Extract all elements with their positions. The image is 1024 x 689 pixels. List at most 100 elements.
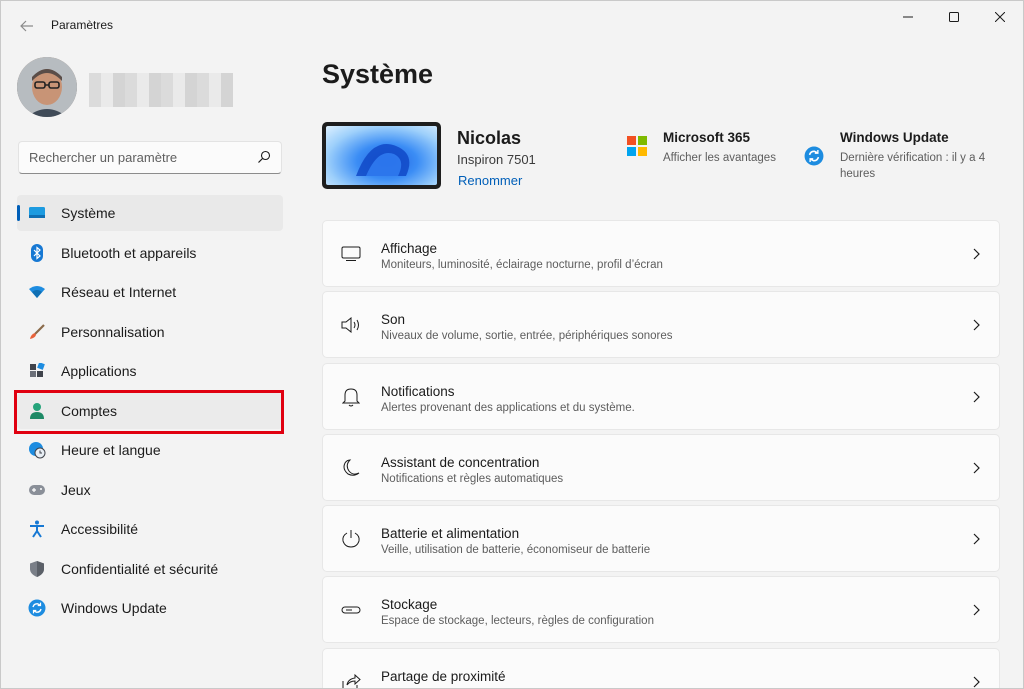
search-input[interactable] <box>29 150 249 165</box>
back-button[interactable] <box>13 13 41 39</box>
page-title: Système <box>322 59 434 89</box>
sync-icon <box>27 598 47 618</box>
card-son[interactable]: Son Niveaux de volume, sortie, entrée, p… <box>322 291 1000 359</box>
sidebar-item-label: Jeux <box>61 481 91 498</box>
card-partage-proximite[interactable]: Partage de proximité <box>322 647 1000 688</box>
paintbrush-icon <box>27 322 47 342</box>
sidebar-item-accessibilite[interactable]: Accessibilité <box>17 511 283 547</box>
windows-update-subtitle-line1: Dernière vérification : il y a 4 <box>840 152 986 164</box>
rename-link[interactable]: Renommer <box>458 173 522 188</box>
sidebar-item-label: Personnalisation <box>61 323 165 340</box>
sidebar-item-label: Bluetooth et appareils <box>61 244 197 261</box>
card-assistant-concentration[interactable]: Assistant de concentration Notifications… <box>322 433 1000 501</box>
moon-icon <box>341 458 361 478</box>
chevron-right-icon <box>973 533 980 545</box>
microsoft-logo-icon <box>627 136 647 156</box>
sidebar-item-label: Heure et langue <box>61 442 161 458</box>
sidebar-item-comptes[interactable]: Comptes <box>17 392 283 429</box>
microsoft365-subtitle: Afficher les avantages <box>663 152 776 164</box>
storage-icon <box>341 600 361 620</box>
card-title: Son <box>381 312 406 328</box>
sidebar-item-label: Comptes <box>61 402 118 419</box>
sidebar-item-label: Accessibilité <box>61 521 139 537</box>
user-photo-icon <box>17 57 77 117</box>
sidebar-item-reseau[interactable]: Réseau et Internet <box>17 274 283 310</box>
chevron-right-icon <box>973 462 980 474</box>
avatar[interactable] <box>17 57 77 117</box>
card-title: Notifications <box>381 383 455 399</box>
maximize-button[interactable] <box>931 1 977 33</box>
search-icon[interactable] <box>257 150 271 164</box>
windows-update-icon <box>804 146 824 166</box>
card-description: Notifications et règles automatiques <box>381 472 564 485</box>
sidebar-item-label: Confidentialité et sécurité <box>61 560 219 577</box>
settings-window: Paramètres Rechercher un paramètre Systè… <box>0 0 1024 689</box>
card-description: Alertes provenant des applications et du… <box>381 401 635 414</box>
sidebar-item-confidentialite[interactable]: Confidentialité et sécurité <box>17 551 283 587</box>
card-title: Partage de proximité <box>381 668 506 684</box>
sidebar-nav: Système Bluetooth et appareils Réseau et… <box>17 195 283 630</box>
sidebar-item-label: Applications <box>61 363 137 379</box>
device-thumbnail <box>322 122 441 189</box>
profile-name-blurred <box>89 73 233 107</box>
card-title: Affichage <box>381 241 438 256</box>
card-title: Assistant de concentration <box>381 454 540 470</box>
accessibility-icon <box>27 519 47 539</box>
search-box[interactable] <box>18 141 282 174</box>
chevron-right-icon <box>973 676 980 688</box>
card-batterie-alimentation[interactable]: Batterie et alimentation Veille, utilisa… <box>322 505 1000 573</box>
sidebar-item-windows-update[interactable]: Windows Update <box>17 590 283 626</box>
card-affichage[interactable]: Affichage Moniteurs, luminosité, éclaira… <box>322 220 1000 287</box>
wallpaper-image <box>326 126 437 185</box>
person-icon <box>27 401 47 421</box>
close-button[interactable] <box>977 1 1023 33</box>
card-title: Batterie et alimentation <box>381 526 520 542</box>
shield-icon <box>27 559 47 579</box>
sidebar-item-bluetooth[interactable]: Bluetooth et appareils <box>17 235 283 271</box>
globe-clock-icon <box>27 440 47 460</box>
maximize-icon <box>949 12 959 22</box>
sidebar-item-heure-langue[interactable]: Heure et langue <box>17 432 283 468</box>
gamepad-icon <box>27 480 47 500</box>
device-name: Nicolas <box>457 128 522 148</box>
card-description: Niveaux de volume, sortie, entrée, périp… <box>381 330 673 343</box>
card-description: Veille, utilisation de batterie, économi… <box>381 544 651 557</box>
card-stockage[interactable]: Stockage Espace de stockage, lecteurs, r… <box>322 576 1000 644</box>
sidebar-item-systeme[interactable]: Système <box>17 195 283 231</box>
display-icon <box>341 244 361 264</box>
windows-update-title: Windows Update <box>840 130 949 145</box>
chevron-right-icon <box>973 391 980 403</box>
app-title: Paramètres <box>51 18 114 32</box>
power-icon <box>341 529 361 549</box>
sidebar-item-label: Windows Update <box>61 600 167 616</box>
device-model: Inspiron 7501 <box>457 152 536 167</box>
chevron-right-icon <box>973 248 980 260</box>
sidebar-item-jeux[interactable]: Jeux <box>17 472 283 508</box>
minimize-button[interactable] <box>885 1 931 33</box>
microsoft365-title: Microsoft 365 <box>663 130 751 145</box>
chevron-right-icon <box>973 605 980 616</box>
sidebar-item-label: Système <box>61 205 116 221</box>
card-description: Moniteurs, luminosité, éclairage nocturn… <box>381 259 663 271</box>
bell-icon <box>341 387 361 407</box>
title-bar: Paramètres <box>1 1 1023 49</box>
apps-icon <box>27 361 47 381</box>
card-description: Espace de stockage, lecteurs, règles de … <box>381 615 654 628</box>
bluetooth-icon <box>27 243 47 263</box>
windows-update-subtitle-line2: heures <box>840 168 876 180</box>
windows-update-subtitle: Dernière vérification : il y a 4 heures <box>840 150 1020 182</box>
monitor-icon <box>27 203 47 223</box>
minimize-icon <box>903 16 913 18</box>
close-icon <box>995 12 1005 22</box>
sidebar-item-label: Réseau et Internet <box>61 284 177 300</box>
back-arrow-icon <box>20 20 33 32</box>
wifi-icon <box>27 282 47 302</box>
share-icon <box>341 672 361 688</box>
card-title: Stockage <box>381 597 438 613</box>
sidebar-item-applications[interactable]: Applications <box>17 353 283 389</box>
chevron-right-icon <box>973 319 980 331</box>
settings-list: Affichage Moniteurs, luminosité, éclaira… <box>322 220 1000 688</box>
sidebar-item-personnalisation[interactable]: Personnalisation <box>17 314 283 350</box>
card-notifications[interactable]: Notifications Alertes provenant des appl… <box>322 362 1000 430</box>
speaker-icon <box>341 315 361 335</box>
